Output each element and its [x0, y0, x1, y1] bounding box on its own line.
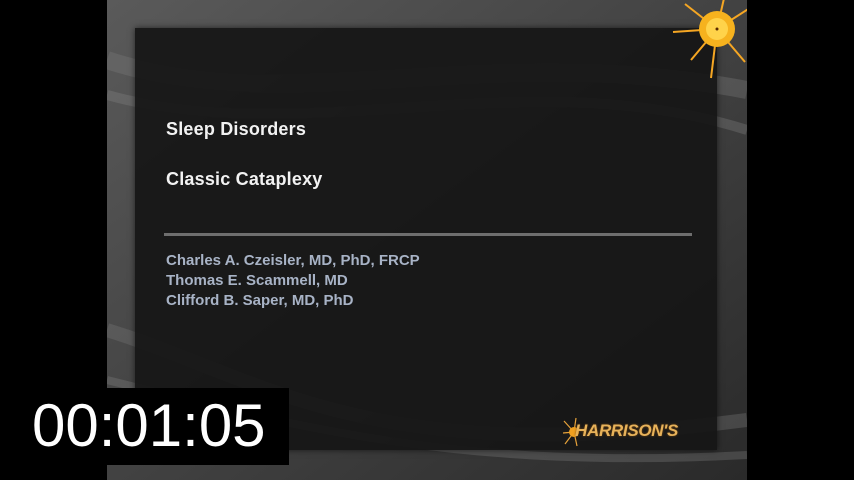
author-2: Thomas E. Scammell, MD [166, 272, 348, 289]
elapsed-timer: 00:01:05 [32, 392, 266, 459]
author-1: Charles A. Czeisler, MD, PhD, FRCP [166, 252, 420, 269]
divider [164, 233, 692, 236]
sun-icon [672, 0, 747, 79]
author-3: Clifford B. Saper, MD, PhD [166, 292, 354, 309]
harrisons-logo: HARRISON'S [575, 421, 679, 440]
author-list: Charles A. Czeisler, MD, PhD, FRCP Thoma… [166, 251, 420, 311]
content-panel [135, 28, 717, 450]
slide-title: Sleep Disorders [166, 119, 307, 139]
slide-subtitle: Classic Cataplexy [166, 169, 323, 189]
